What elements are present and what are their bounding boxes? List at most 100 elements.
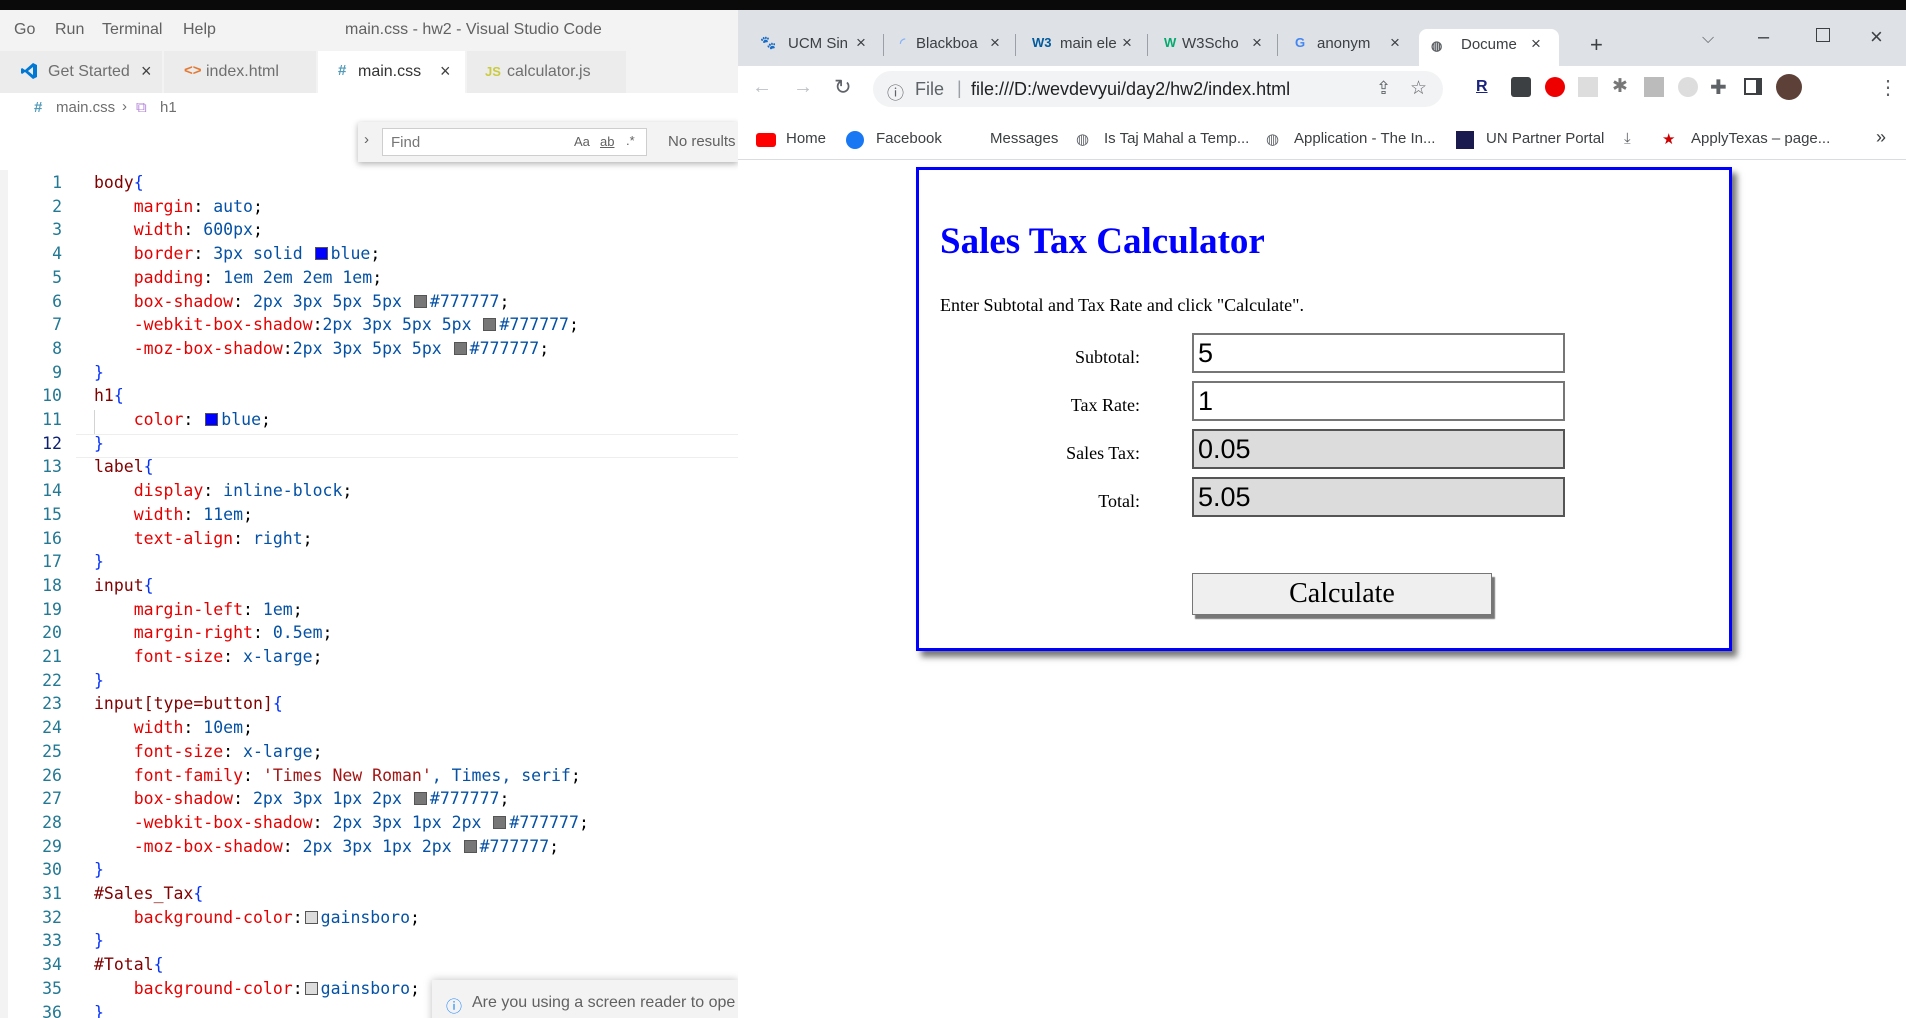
code-line[interactable]: input[type=button]{ <box>94 692 283 716</box>
sales-tax-output[interactable]: 0.05 <box>1192 429 1565 469</box>
code-line[interactable]: color: blue; <box>94 408 271 432</box>
extension-bug-icon[interactable]: ✱ <box>1612 75 1628 98</box>
screen-reader-notification[interactable]: ⓘ Are you using a screen reader to ope <box>432 980 738 1018</box>
code-line[interactable]: -webkit-box-shadow: 2px 3px 1px 2px #777… <box>94 811 589 835</box>
code-line[interactable]: box-shadow: 2px 3px 1px 2px #777777; <box>94 787 510 811</box>
code-line[interactable]: -moz-box-shadow: 2px 3px 1px 2px #777777… <box>94 835 559 859</box>
code-editor[interactable]: 1 body{2 margin: auto; 3 width: 600px; 4 bo… <box>0 170 738 1018</box>
tab-index-html[interactable]: <> index.html <box>164 51 317 93</box>
bookmark-facebook[interactable]: Facebook <box>876 130 942 147</box>
back-arrow-icon[interactable]: ← <box>752 76 772 99</box>
extension-icon[interactable] <box>1578 77 1598 97</box>
tab-get-started[interactable]: Get Started × <box>0 51 163 93</box>
code-line[interactable]: background-color: gainsboro; <box>94 977 420 1001</box>
share-icon[interactable]: ⇪ <box>1376 78 1391 99</box>
new-tab-button[interactable]: + <box>1590 32 1603 58</box>
close-icon[interactable]: × <box>1252 33 1262 53</box>
maximize-button[interactable] <box>1816 28 1830 42</box>
close-icon[interactable]: × <box>856 33 866 53</box>
info-icon[interactable]: ⓘ <box>887 79 904 104</box>
code-line[interactable]: } <box>94 1001 104 1018</box>
avatar[interactable] <box>1776 74 1802 100</box>
extension-r-icon[interactable]: R <box>1476 78 1488 96</box>
code-line[interactable]: border: 3px solid blue; <box>94 242 381 266</box>
close-icon[interactable]: × <box>1390 33 1400 53</box>
minimize-button[interactable]: – <box>1758 26 1769 49</box>
subtotal-input[interactable]: 5 <box>1192 333 1565 373</box>
code-line[interactable]: } <box>94 550 104 574</box>
code-line[interactable]: label{ <box>94 455 154 479</box>
code-line[interactable]: width: 10em; <box>94 716 253 740</box>
tab-main-css[interactable]: # main.css × <box>318 51 466 93</box>
reload-icon[interactable]: ↻ <box>834 75 852 100</box>
bookmark-messages[interactable]: Messages <box>990 130 1058 147</box>
browser-tab-w3schools[interactable]: W W3Scho × <box>1152 26 1276 64</box>
code-line[interactable]: body{ <box>94 171 144 195</box>
tab-calculator-js[interactable]: JS calculator.js <box>467 51 627 93</box>
code-line[interactable]: font-family: 'Times New Roman', Times, s… <box>94 764 581 788</box>
bookmark-home[interactable]: Home <box>786 130 826 147</box>
forward-arrow-icon[interactable]: → <box>793 76 813 99</box>
code-line[interactable]: -moz-box-shadow:2px 3px 5px 5px #777777; <box>94 337 549 361</box>
code-line[interactable]: } <box>94 361 104 385</box>
code-line[interactable]: width: 600px; <box>94 218 263 242</box>
bookmark-application[interactable]: Application - The In... <box>1294 130 1435 147</box>
window-close-button[interactable]: × <box>1870 24 1883 50</box>
regex-icon[interactable]: .* <box>626 133 635 148</box>
code-line[interactable]: #Total{ <box>94 953 164 977</box>
code-line[interactable]: text-align: right; <box>94 527 313 551</box>
menu-run[interactable]: Run <box>55 21 84 39</box>
extension-download-icon[interactable] <box>1511 77 1531 97</box>
code-line[interactable]: -webkit-box-shadow:2px 3px 5px 5px #7777… <box>94 313 579 337</box>
code-line[interactable]: width: 11em; <box>94 503 253 527</box>
code-line[interactable]: #Sales_Tax{ <box>94 882 203 906</box>
extension-c-icon[interactable] <box>1678 77 1698 97</box>
close-icon[interactable]: × <box>440 61 451 82</box>
code-line[interactable]: background-color: gainsboro; <box>94 906 420 930</box>
breadcrumb-file[interactable]: main.css <box>56 99 115 116</box>
code-line[interactable]: } <box>94 432 104 456</box>
close-icon[interactable]: × <box>990 33 1000 53</box>
address-bar[interactable]: ⓘ File | file:///D:/wevdevyui/day2/hw2/i… <box>873 71 1443 107</box>
total-output[interactable]: 5.05 <box>1192 477 1565 517</box>
code-line[interactable]: } <box>94 929 104 953</box>
menu-go[interactable]: Go <box>14 21 35 39</box>
side-panel-icon[interactable] <box>1744 78 1762 95</box>
close-icon[interactable]: × <box>141 61 152 82</box>
download-icon[interactable]: ⤓ <box>1624 130 1631 147</box>
menu-terminal[interactable]: Terminal <box>102 21 162 39</box>
extension-opera-icon[interactable] <box>1545 77 1565 97</box>
kebab-menu-icon[interactable]: ⋮ <box>1878 75 1898 100</box>
close-icon[interactable]: × <box>1122 33 1132 53</box>
bookmark-applytexas[interactable]: ApplyTexas – page... <box>1691 130 1830 147</box>
match-word-icon[interactable]: ab <box>600 134 614 149</box>
more-bookmarks-icon[interactable]: » <box>1876 127 1886 148</box>
browser-tab-blackboard[interactable]: ◜ Blackboa × <box>888 26 1014 64</box>
find-input[interactable]: Find Aa ab .* <box>382 128 647 156</box>
chevron-down-icon[interactable]: ⌵ <box>1702 30 1714 48</box>
star-icon[interactable]: ☆ <box>1410 77 1427 100</box>
code-line[interactable]: h1{ <box>94 384 124 408</box>
breadcrumb-symbol[interactable]: h1 <box>160 99 177 116</box>
puzzle-icon[interactable]: ✚ <box>1710 75 1727 100</box>
tax-rate-input[interactable]: 1 <box>1192 381 1565 421</box>
code-line[interactable]: box-shadow: 2px 3px 5px 5px #777777; <box>94 290 510 314</box>
code-line[interactable]: margin: auto; <box>94 195 263 219</box>
close-icon[interactable]: × <box>1531 34 1541 54</box>
bookmark-un-partner-portal[interactable]: UN Partner Portal <box>1486 130 1604 147</box>
match-case-icon[interactable]: Aa <box>574 134 590 149</box>
code-line[interactable]: display: inline-block; <box>94 479 353 503</box>
code-line[interactable]: } <box>94 669 104 693</box>
code-line[interactable]: margin-right: 0.5em; <box>94 621 333 645</box>
calculate-button[interactable]: Calculate <box>1192 573 1492 615</box>
bookmark-taj-mahal[interactable]: Is Taj Mahal a Temp... <box>1104 130 1249 147</box>
browser-tab-google[interactable]: G anonym × <box>1283 26 1413 64</box>
code-line[interactable]: margin-left: 1em; <box>94 598 303 622</box>
code-line[interactable]: input{ <box>94 574 154 598</box>
code-line[interactable]: font-size: x-large; <box>94 645 323 669</box>
code-line[interactable]: } <box>94 858 104 882</box>
browser-tab-w3[interactable]: W3 main ele × <box>1020 26 1146 64</box>
chevron-right-icon[interactable]: › <box>364 131 369 148</box>
browser-tab-document[interactable]: ◍ Docume × <box>1419 29 1559 66</box>
menu-help[interactable]: Help <box>183 21 216 39</box>
